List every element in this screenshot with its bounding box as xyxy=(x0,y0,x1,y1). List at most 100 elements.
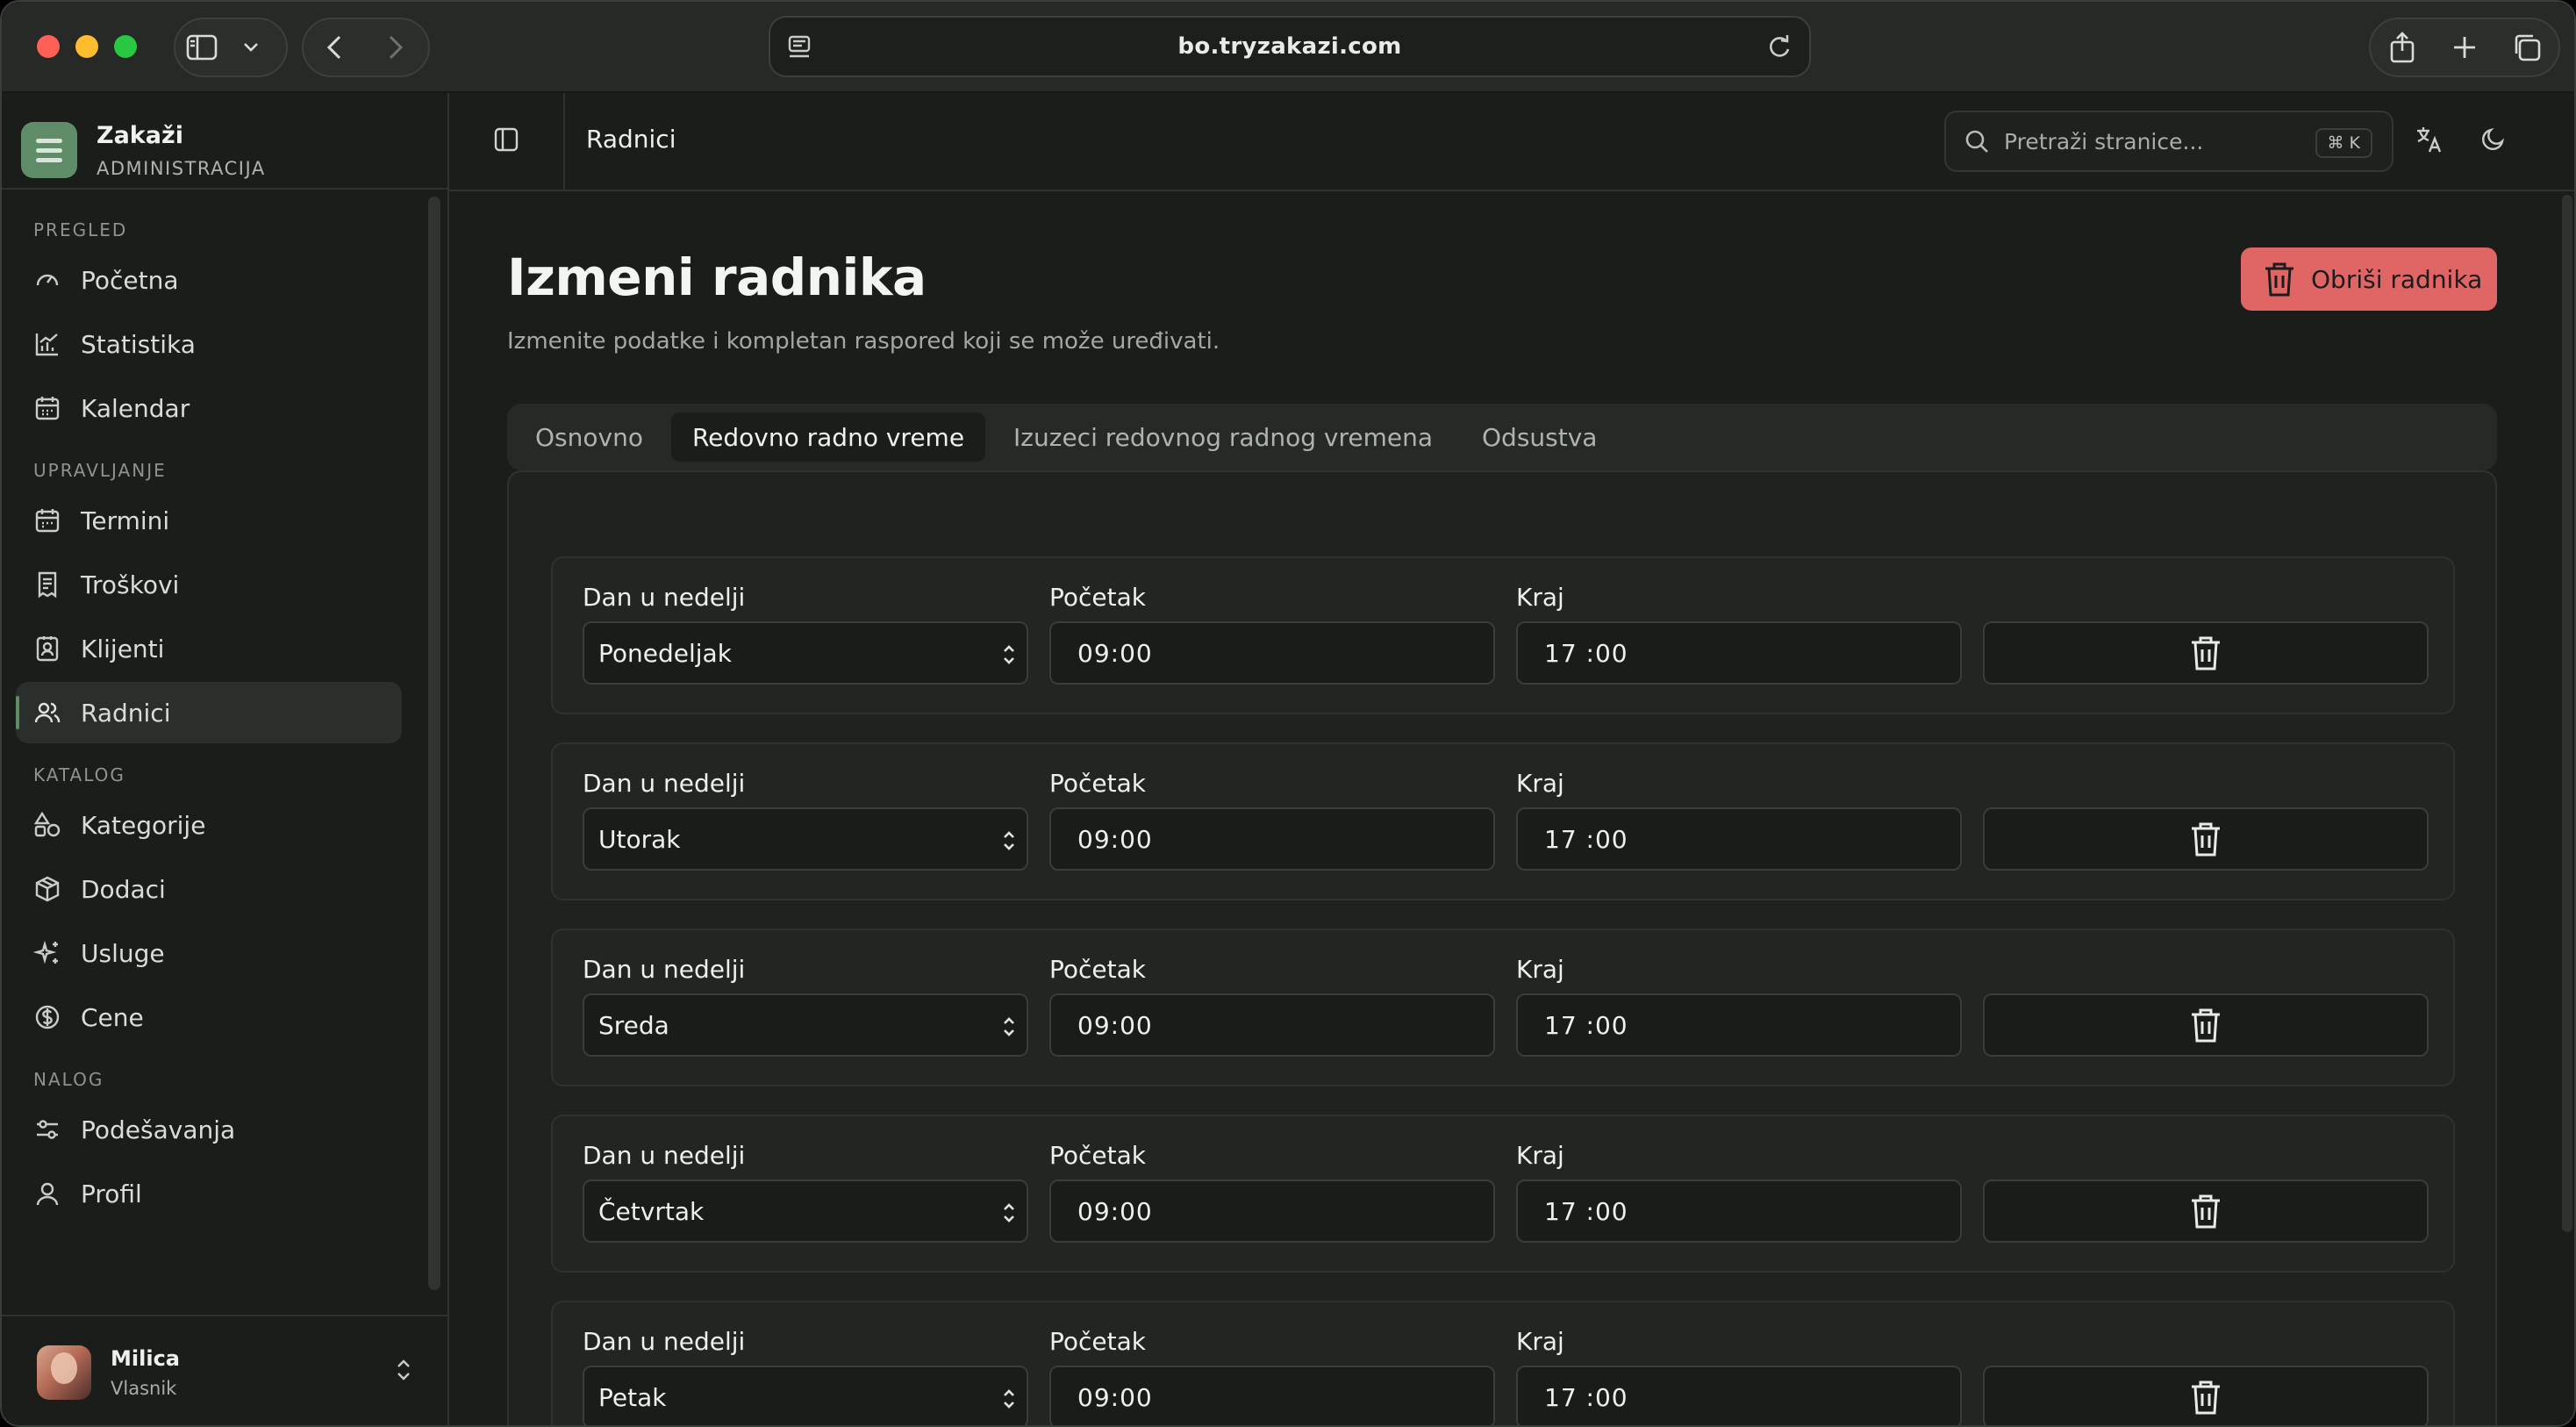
sidebar-item-statistika[interactable]: Statistika xyxy=(16,313,402,375)
browser-window: bo.tryzakazi.com Zakaži ADMINISTRACIJA P… xyxy=(0,0,2576,1427)
schedule-row: Dan u nedelji Početak Kraj Utorak 09:00 … xyxy=(551,742,2455,900)
end-time-input[interactable]: 17 :00 xyxy=(1516,1180,1962,1243)
tab-odsustva[interactable]: Odsustva xyxy=(1461,412,1618,462)
day-select[interactable]: Utorak xyxy=(583,807,1028,871)
end-time-input[interactable]: 17 :00 xyxy=(1516,621,1962,685)
browser-toolbar: bo.tryzakazi.com xyxy=(2,2,2574,93)
minimize-window-button[interactable] xyxy=(75,35,98,58)
end-time-input[interactable]: 17 :00 xyxy=(1516,993,1962,1057)
browser-actions-group xyxy=(2369,18,2560,77)
sidebar-item-pocetna[interactable]: Početna xyxy=(16,249,402,311)
delete-row-button[interactable] xyxy=(1983,807,2429,871)
start-time-input[interactable]: 09:00 xyxy=(1049,807,1495,871)
day-select[interactable]: Četvrtak xyxy=(583,1180,1028,1243)
browser-sidebar-icon[interactable] xyxy=(175,21,228,74)
reload-icon[interactable] xyxy=(1760,28,1799,70)
tab-overview-icon[interactable] xyxy=(2501,21,2553,74)
close-window-button[interactable] xyxy=(37,35,60,58)
delete-row-button[interactable] xyxy=(1983,1366,2429,1425)
chevron-down-icon[interactable] xyxy=(228,21,274,74)
sidebar-item-label: Klijenti xyxy=(81,634,165,663)
package-icon xyxy=(35,876,60,902)
trash-icon xyxy=(2192,1194,2220,1229)
day-label: Dan u nedelji xyxy=(583,769,746,798)
sidebar-item-kalendar[interactable]: Kalendar xyxy=(16,377,402,439)
zoom-window-button[interactable] xyxy=(114,35,137,58)
user-menu[interactable]: Milica Vlasnik xyxy=(2,1315,447,1425)
sidebar-item-termini[interactable]: Termini xyxy=(16,490,402,551)
start-time-input[interactable]: 09:00 xyxy=(1049,621,1495,685)
delete-row-button[interactable] xyxy=(1983,993,2429,1057)
sidebar-item-label: Termini xyxy=(81,506,170,535)
delete-worker-label: Obriši radnika xyxy=(2311,264,2483,294)
schedule-panel: Dan u nedelji Početak Kraj Ponedeljak 09… xyxy=(507,470,2497,1425)
end-label: Kraj xyxy=(1516,955,1564,984)
chart-icon xyxy=(35,333,58,356)
sidebar-nav: PREGLED Početna Statistika Kalendar UPRA… xyxy=(2,198,440,1227)
sidebar-item-label: Kategorije xyxy=(81,810,206,840)
nav-section-title: PREGLED xyxy=(33,219,128,240)
start-label: Početak xyxy=(1049,769,1146,798)
sidebar-item-klijenti[interactable]: Klijenti xyxy=(16,618,402,679)
end-time-input[interactable]: 17 :00 xyxy=(1516,1366,1962,1425)
sidebar-item-label: Podešavanja xyxy=(81,1115,236,1144)
day-select[interactable]: Petak xyxy=(583,1366,1028,1425)
tab-izuzeci[interactable]: Izuzeci redovnog radnog vremena xyxy=(992,412,1454,462)
sidebar-item-label: Usluge xyxy=(81,938,165,968)
contact-icon xyxy=(36,636,59,662)
trash-icon xyxy=(2192,1380,2220,1415)
language-icon[interactable] xyxy=(2415,125,2444,158)
sidebar-item-usluge[interactable]: Usluge xyxy=(16,922,402,984)
start-time-input[interactable]: 09:00 xyxy=(1049,1180,1495,1243)
sidebar-item-troskovi[interactable]: Troškovi xyxy=(16,554,402,615)
delete-row-button[interactable] xyxy=(1983,621,2429,685)
delete-row-button[interactable] xyxy=(1983,1180,2429,1243)
day-select-value: Sreda xyxy=(598,1010,669,1040)
sidebar-item-kategorije[interactable]: Kategorije xyxy=(16,794,402,856)
share-icon[interactable] xyxy=(2376,21,2429,74)
trash-icon xyxy=(2265,262,2293,297)
day-select[interactable]: Sreda xyxy=(583,993,1028,1057)
day-select[interactable]: Ponedeljak xyxy=(583,621,1028,685)
schedule-row: Dan u nedelji Početak Kraj Petak 09:00 1… xyxy=(551,1301,2455,1425)
sidebar-item-podesavanja[interactable]: Podešavanja xyxy=(16,1099,402,1160)
delete-worker-button[interactable]: Obriši radnika xyxy=(2241,247,2497,311)
sidebar-item-label: Dodaci xyxy=(81,874,166,904)
topbar: Radnici Pretraži stranice... ⌘ K xyxy=(449,93,2574,191)
panel-toggle-icon[interactable] xyxy=(493,126,519,156)
trash-icon xyxy=(2192,1008,2220,1043)
brand[interactable]: Zakaži ADMINISTRACIJA xyxy=(21,112,266,188)
sidebar-scrollbar[interactable] xyxy=(428,197,440,1290)
sidebar-item-cene[interactable]: Cene xyxy=(16,986,402,1048)
brand-name: Zakaži xyxy=(97,121,183,149)
sidebar: Zakaži ADMINISTRACIJA PREGLED Početna St… xyxy=(2,93,449,1425)
day-label: Dan u nedelji xyxy=(583,583,746,612)
main-content: Radnici Pretraži stranice... ⌘ K Izmeni … xyxy=(449,93,2574,1425)
sidebar-item-dodaci[interactable]: Dodaci xyxy=(16,858,402,920)
tab-osnovno[interactable]: Osnovno xyxy=(514,412,664,462)
start-time-input[interactable]: 09:00 xyxy=(1049,993,1495,1057)
back-arrow-icon[interactable] xyxy=(304,21,365,74)
sliders-icon xyxy=(37,1120,58,1139)
schedule-row: Dan u nedelji Početak Kraj Sreda 09:00 1… xyxy=(551,929,2455,1086)
tab-redovno-radno-vreme[interactable]: Redovno radno vreme xyxy=(670,412,986,462)
sidebar-toggle-group xyxy=(174,18,288,77)
shapes-icon xyxy=(33,811,61,837)
main-scrollbar[interactable] xyxy=(2562,195,2572,1232)
search-shortcut: ⌘ K xyxy=(2315,128,2372,158)
start-time-input[interactable]: 09:00 xyxy=(1049,1366,1495,1425)
moon-icon[interactable] xyxy=(2479,125,2508,156)
forward-arrow-icon[interactable] xyxy=(365,21,426,74)
chevrons-up-down-icon xyxy=(1000,1201,1018,1231)
start-label: Početak xyxy=(1049,1141,1146,1170)
end-time-input[interactable]: 17 :00 xyxy=(1516,807,1962,871)
new-tab-icon[interactable] xyxy=(2438,21,2491,74)
user-name: Milica xyxy=(111,1346,180,1371)
sidebar-item-radnici[interactable]: Radnici xyxy=(16,682,402,743)
sidebar-item-profil[interactable]: Profil xyxy=(16,1163,402,1224)
search-input[interactable]: Pretraži stranice... ⌘ K xyxy=(1944,111,2394,172)
page-menu-icon[interactable] xyxy=(783,28,818,70)
end-label: Kraj xyxy=(1516,583,1564,612)
page-subtitle: Izmenite podatke i kompletan raspored ko… xyxy=(507,328,1220,355)
address-bar[interactable]: bo.tryzakazi.com xyxy=(769,16,1811,77)
